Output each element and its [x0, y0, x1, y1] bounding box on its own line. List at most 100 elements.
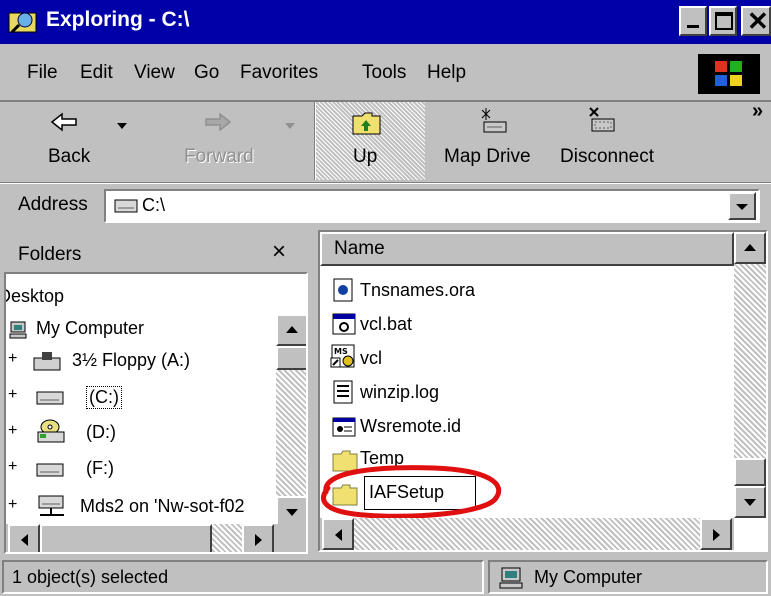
- folder-tree: Desktop My Computer + 3½ Floppy (A:) + (…: [4, 272, 308, 554]
- address-field[interactable]: C:\: [104, 189, 760, 223]
- folders-header: Folders: [18, 244, 82, 265]
- chevron-up-icon: [744, 244, 756, 251]
- file-item-tnsnames[interactable]: Tnsnames.ora: [360, 280, 475, 301]
- address-label: Address: [18, 194, 88, 215]
- tree-item-d-drive[interactable]: (D:): [86, 422, 116, 443]
- folder-tree-hscroll[interactable]: [6, 524, 306, 552]
- title-bar[interactable]: Exploring - C:\ ✕: [0, 0, 771, 44]
- scroll-thumb[interactable]: [40, 524, 212, 552]
- scroll-up-button[interactable]: [734, 232, 766, 264]
- scroll-right-button[interactable]: [700, 518, 732, 550]
- tree-item-desktop[interactable]: Desktop: [6, 286, 64, 307]
- file-item-vcl[interactable]: vcl: [360, 348, 382, 369]
- address-bar: Address C:\: [0, 182, 771, 229]
- drive-icon: [114, 199, 138, 213]
- file-item-winzip-log[interactable]: winzip.log: [360, 382, 439, 403]
- file-item-wsremote[interactable]: Wsremote.id: [360, 416, 461, 437]
- tree-item-floppy[interactable]: 3½ Floppy (A:): [72, 350, 190, 371]
- chevron-right-icon: [255, 534, 262, 546]
- file-item-vcl-bat[interactable]: vcl.bat: [360, 314, 412, 335]
- text-file-icon: [333, 380, 353, 404]
- disconnect-drive-icon: [589, 107, 615, 132]
- menu-edit[interactable]: Edit: [80, 62, 113, 84]
- folders-pane: Folders × Desktop My Computer + 3½ Flopp…: [0, 228, 310, 554]
- forward-arrow-icon: [205, 112, 232, 132]
- expand-icon[interactable]: +: [8, 386, 17, 404]
- status-bar: 1 object(s) selected My Computer: [0, 556, 771, 596]
- map-drive-button[interactable]: Map Drive: [440, 102, 548, 180]
- folders-close-icon[interactable]: ×: [272, 238, 286, 266]
- tree-item-mds2-share[interactable]: Mds2 on 'Nw-sot-f02: [80, 496, 245, 517]
- windows-logo: [698, 54, 760, 94]
- menu-help[interactable]: Help: [427, 62, 466, 84]
- menu-view[interactable]: View: [134, 62, 175, 84]
- toolbar: Back Forward Up Map Drive Disconnect »: [0, 100, 771, 182]
- folder-tree-vscroll[interactable]: [276, 314, 306, 528]
- minimize-button[interactable]: [679, 6, 707, 36]
- forward-dropdown-icon[interactable]: [284, 122, 296, 130]
- chevron-down-icon: [736, 204, 748, 210]
- chevron-left-icon: [21, 534, 28, 546]
- back-arrow-icon: [50, 112, 77, 132]
- close-button[interactable]: ✕: [741, 6, 771, 36]
- disconnect-label: Disconnect: [560, 146, 654, 167]
- chevron-down-icon: [744, 499, 756, 506]
- up-button[interactable]: Up: [314, 102, 425, 180]
- up-label: Up: [353, 146, 378, 167]
- scroll-left-button[interactable]: [8, 524, 40, 552]
- file-list-hscroll[interactable]: [320, 518, 734, 550]
- status-selection-text: 1 object(s) selected: [12, 567, 169, 587]
- floppy-drive-icon: [33, 352, 61, 371]
- map-drive-label: Map Drive: [444, 146, 531, 167]
- scroll-right-button[interactable]: [242, 524, 274, 552]
- file-list-vscroll[interactable]: [734, 232, 766, 518]
- status-zone-text: My Computer: [534, 567, 643, 587]
- chevron-right-icon: [713, 529, 720, 541]
- chevron-left-icon: [335, 529, 342, 541]
- scroll-track[interactable]: [276, 370, 306, 496]
- back-dropdown-icon[interactable]: [116, 122, 128, 130]
- chevron-up-icon: [286, 326, 298, 333]
- column-header-name[interactable]: Name: [320, 232, 734, 266]
- expand-icon[interactable]: +: [8, 350, 17, 368]
- status-right-panel: My Computer: [488, 560, 768, 594]
- menu-tools[interactable]: Tools: [362, 62, 406, 84]
- windows-flag-icon: [715, 61, 742, 86]
- ora-file-icon: [333, 278, 353, 302]
- back-button[interactable]: Back: [14, 102, 132, 180]
- forward-label: Forward: [184, 146, 254, 167]
- highlight-circle: [321, 465, 502, 519]
- menu-file[interactable]: File: [27, 62, 58, 84]
- scroll-track[interactable]: [212, 524, 242, 552]
- close-icon: ✕: [747, 6, 769, 36]
- tree-item-c-drive[interactable]: (C:): [86, 386, 122, 409]
- expand-icon[interactable]: +: [8, 422, 17, 440]
- scroll-thumb[interactable]: [734, 458, 766, 486]
- maximize-icon: [715, 12, 733, 30]
- toolbar-more-chevron[interactable]: »: [752, 100, 763, 123]
- expand-icon[interactable]: +: [8, 458, 17, 476]
- maximize-button[interactable]: [709, 6, 737, 36]
- disconnect-button[interactable]: Disconnect: [556, 102, 676, 180]
- menu-go[interactable]: Go: [194, 62, 219, 84]
- forward-button[interactable]: Forward: [180, 102, 300, 180]
- network-drive-icon: [36, 463, 64, 477]
- my-computer-icon: [9, 321, 27, 339]
- id-file-icon: [332, 417, 356, 437]
- tree-item-my-computer[interactable]: My Computer: [36, 318, 144, 339]
- folder-up-icon: [352, 112, 381, 135]
- explorer-icon: [8, 12, 37, 34]
- address-dropdown-button[interactable]: [728, 192, 756, 220]
- scroll-thumb[interactable]: [276, 346, 306, 370]
- scroll-track[interactable]: [734, 264, 766, 460]
- scroll-left-button[interactable]: [322, 518, 354, 550]
- menu-favorites[interactable]: Favorites: [240, 62, 318, 84]
- tree-item-f-drive[interactable]: (F:): [86, 458, 114, 479]
- file-list-pane: Name Tnsnames.ora vcl.bat MS vcl winzip.…: [318, 230, 768, 552]
- scroll-down-button[interactable]: [734, 486, 766, 518]
- scroll-track[interactable]: [354, 518, 700, 550]
- status-left-panel: 1 object(s) selected: [2, 560, 484, 594]
- minimize-icon: [687, 25, 699, 28]
- scroll-up-button[interactable]: [276, 314, 306, 346]
- expand-icon[interactable]: +: [8, 496, 17, 514]
